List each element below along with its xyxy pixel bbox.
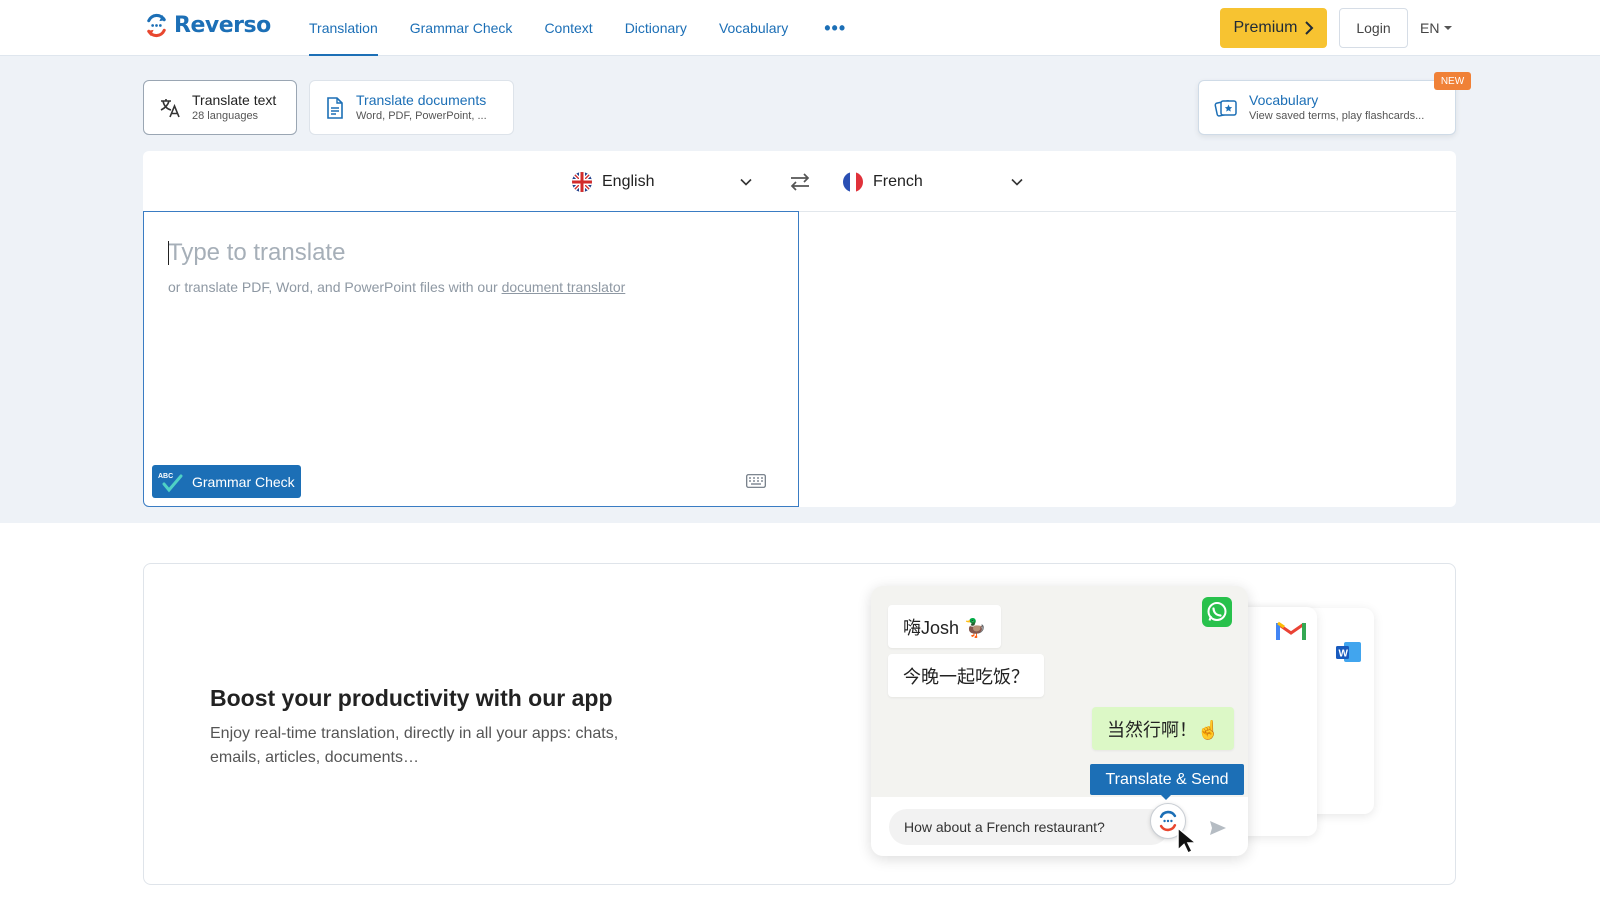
premium-label: Premium xyxy=(1233,19,1298,36)
document-translator-link[interactable]: document translator xyxy=(502,279,626,295)
translate-text-subtitle: 28 languages xyxy=(192,109,259,122)
target-language-select[interactable]: French xyxy=(843,169,1023,195)
grammar-check-label: Grammar Check xyxy=(192,473,295,490)
chat-mockup: 嗨Josh 🦆 今晚一起吃饭？ 当然行啊！☝ How about a Frenc… xyxy=(871,586,1248,856)
gmail-icon xyxy=(1276,621,1306,640)
word-icon: W xyxy=(1336,642,1361,662)
translate-documents-labels: Translate documents Word, PDF, PowerPoin… xyxy=(356,92,487,124)
document-icon xyxy=(327,96,343,119)
main-nav: Translation Grammar Check Context Dictio… xyxy=(293,0,866,56)
chevron-down-icon xyxy=(740,178,752,186)
vocabulary-card[interactable]: Vocabulary View saved terms, play flashc… xyxy=(1198,80,1456,135)
translate-text-tab[interactable]: Translate text 28 languages xyxy=(143,80,297,135)
vocabulary-labels: Vocabulary View saved terms, play flashc… xyxy=(1249,92,1424,124)
tooltip-tail xyxy=(1161,795,1171,800)
translate-documents-tab[interactable]: Translate documents Word, PDF, PowerPoin… xyxy=(309,80,514,135)
promo-description: Enjoy real-time translation, directly in… xyxy=(210,725,619,766)
send-icon[interactable] xyxy=(1209,820,1227,836)
source-language-select[interactable]: English xyxy=(572,169,752,195)
translate-documents-title: Translate documents xyxy=(356,91,487,108)
translate-documents-subtitle: Word, PDF, PowerPoint, ... xyxy=(356,109,487,122)
chevron-right-icon xyxy=(1304,21,1313,35)
nav-vocabulary[interactable]: Vocabulary xyxy=(703,0,804,56)
nav-grammar-check[interactable]: Grammar Check xyxy=(394,0,529,56)
source-language-label: English xyxy=(602,173,655,190)
chat-message-own: 当然行啊！☝ xyxy=(1092,707,1235,750)
grammar-check-icon: ABC xyxy=(158,473,183,492)
document-hint: or translate PDF, Word, and PowerPoint f… xyxy=(168,279,625,295)
text-caret xyxy=(168,241,169,265)
reverso-logo-icon xyxy=(147,13,166,38)
source-placeholder: Type to translate xyxy=(168,239,346,266)
translate-send-button[interactable]: Translate & Send xyxy=(1090,764,1244,795)
nav-dictionary[interactable]: Dictionary xyxy=(609,0,703,56)
top-header: Reverso Translation Grammar Check Contex… xyxy=(0,0,1600,56)
translator-panel: English French Type to translate or tran… xyxy=(143,151,1456,507)
chat-message-input[interactable]: How about a French restaurant? xyxy=(889,809,1169,845)
brand-name: Reverso xyxy=(174,13,271,38)
keyboard-icon[interactable] xyxy=(746,474,766,488)
translate-text-title: Translate text xyxy=(192,91,277,108)
target-language-label: French xyxy=(873,173,923,190)
nav-translation[interactable]: Translation xyxy=(293,0,394,56)
svg-text:W: W xyxy=(1339,649,1349,660)
document-hint-text: or translate PDF, Word, and PowerPoint f… xyxy=(168,279,502,295)
nav-context[interactable]: Context xyxy=(528,0,608,56)
reverso-logo[interactable]: Reverso xyxy=(143,12,271,39)
grammar-check-button[interactable]: ABC Grammar Check xyxy=(152,465,301,498)
new-badge: NEW xyxy=(1434,72,1471,90)
more-menu-icon[interactable]: ••• xyxy=(804,0,866,56)
language-bar: English French xyxy=(143,151,1456,212)
chat-message: 今晚一起吃饭？ xyxy=(888,654,1044,697)
france-flag-icon xyxy=(843,172,863,192)
interface-language-select[interactable]: EN xyxy=(1420,8,1453,48)
premium-button[interactable]: Premium xyxy=(1220,8,1327,48)
swap-languages-icon[interactable] xyxy=(787,169,813,195)
promo-title: Boost your productivity with our app xyxy=(210,685,613,711)
mouse-cursor-icon xyxy=(1177,826,1199,855)
source-text-area[interactable]: Type to translate or translate PDF, Word… xyxy=(143,211,799,507)
interface-language-label: EN xyxy=(1420,20,1440,36)
grammar-badge-text: ABC xyxy=(158,473,173,480)
uk-flag-icon xyxy=(572,172,592,192)
login-button[interactable]: Login xyxy=(1339,8,1408,48)
chat-message: 嗨Josh 🦆 xyxy=(888,605,1002,648)
vocabulary-subtitle: View saved terms, play flashcards... xyxy=(1249,109,1425,122)
caret-down-icon xyxy=(1444,26,1453,30)
translate-icon xyxy=(160,98,180,117)
chevron-down-icon xyxy=(1011,178,1023,186)
translate-text-labels: Translate text 28 languages xyxy=(192,92,276,124)
whatsapp-icon xyxy=(1202,597,1232,627)
vocabulary-title: Vocabulary xyxy=(1249,91,1319,108)
flashcards-icon xyxy=(1214,99,1237,117)
